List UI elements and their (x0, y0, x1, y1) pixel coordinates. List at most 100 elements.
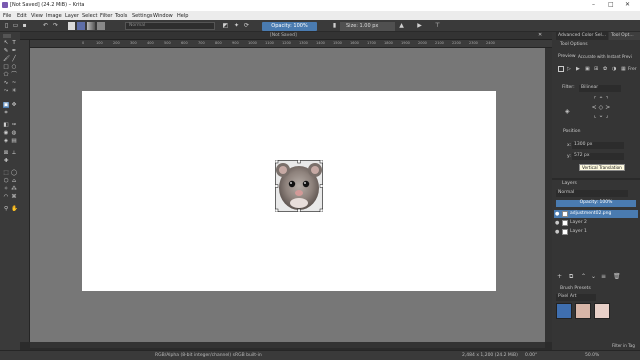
polygon-select-icon[interactable]: ⬡ (3, 178, 9, 184)
move-down-icon[interactable]: ⌄ (591, 273, 596, 280)
transform-handle-r[interactable] (319, 184, 323, 188)
menu-edit[interactable]: Edit (17, 13, 27, 19)
measure-tool-icon[interactable]: ⟂ (11, 150, 17, 156)
transform-selection[interactable] (275, 160, 323, 212)
menu-filter[interactable]: Filter (100, 13, 112, 19)
transform-mode-free-icon[interactable] (558, 66, 564, 72)
preview-mode-select[interactable]: Accurate with Instant Previ (578, 54, 632, 59)
layers-opacity-slider[interactable]: Opacity: 100% (556, 200, 636, 207)
gradient-icon[interactable] (87, 22, 95, 30)
gradient-tool-icon[interactable]: ◧ (3, 122, 9, 128)
add-layer-icon[interactable]: + (557, 273, 562, 280)
transform-mode-cage-icon[interactable]: ▣ (585, 66, 590, 72)
transform-handle-bl[interactable] (275, 208, 279, 212)
rect-select-icon[interactable]: ⬚ (3, 170, 9, 176)
brush-preset-2[interactable] (575, 303, 591, 319)
menu-window[interactable]: Window (153, 13, 173, 19)
transform-handle-t[interactable] (297, 160, 301, 164)
ellipse-tool-icon[interactable]: ○ (11, 64, 17, 70)
move-tool-icon[interactable]: ✥ (11, 102, 17, 108)
reference-tool-icon[interactable]: ✚ (3, 158, 9, 164)
crop-tool-icon[interactable]: ⌗ (3, 110, 9, 116)
wrap-icon[interactable]: ⊤ (434, 22, 441, 29)
assistant-tool-icon[interactable]: ⊠ (3, 150, 9, 156)
zoom-level[interactable]: 50.0% (585, 353, 599, 358)
open-icon[interactable]: ▭ (12, 22, 19, 29)
layer-row[interactable]: ● adjustment02.png (554, 210, 638, 218)
undo-icon[interactable]: ↶ (42, 22, 49, 29)
brush-icon[interactable] (97, 22, 105, 30)
duplicate-layer-icon[interactable]: ⧉ (569, 273, 573, 281)
brush-preset-1[interactable] (556, 303, 572, 319)
mirror-h-icon[interactable]: ▲ (398, 22, 405, 29)
size-slider[interactable]: Size: 1.00 px (340, 21, 395, 31)
redo-icon[interactable]: ↷ (52, 22, 59, 29)
layer-row[interactable]: ● Layer 2 (554, 219, 638, 227)
layers-blend-select[interactable]: Normal (556, 190, 628, 197)
document-close-icon[interactable]: ✕ (538, 32, 542, 38)
transform-mode-liquify-icon[interactable]: ⊞ (594, 66, 598, 72)
brush-preset-3[interactable] (594, 303, 610, 319)
transform-handle-l[interactable] (275, 184, 279, 188)
freehand-brush-icon[interactable]: 🖌 (3, 56, 10, 62)
transform-mode-perspective-icon[interactable]: ▷ (567, 66, 571, 72)
transform-tool-icon[interactable]: ▣ (3, 102, 9, 108)
rectangle-tool-icon[interactable]: □ (3, 64, 9, 70)
save-icon[interactable]: ▪ (21, 22, 28, 29)
layer-properties-icon[interactable]: ≡ (601, 273, 606, 280)
transform-mode-warp-icon[interactable]: ▶ (576, 66, 580, 72)
erase-icon[interactable]: ◩ (222, 22, 229, 29)
tab-advanced-color-selector[interactable]: Advanced Color Sel... (556, 32, 608, 40)
new-doc-icon[interactable]: ▯ (3, 22, 10, 29)
foreground-swatch[interactable] (68, 22, 75, 30)
filter-in-tag-checkbox[interactable]: Filter in Tag (612, 343, 635, 348)
contiguous-select-icon[interactable]: ✧ (3, 186, 9, 192)
menu-layer[interactable]: Layer (65, 13, 79, 19)
transform-mode-extra2-icon[interactable]: ▦ (621, 66, 626, 72)
minimize-button[interactable]: – (592, 1, 595, 8)
bezier-select-icon[interactable]: ◠ (3, 194, 9, 200)
horizontal-scrollbar[interactable] (30, 342, 545, 348)
freehand-path-icon[interactable]: ~ (11, 80, 17, 86)
document-tab[interactable]: [Not Saved] ✕ (20, 32, 552, 40)
magnetic-select-icon[interactable]: ⌘ (11, 194, 17, 200)
edit-shapes-icon[interactable]: ✎ (3, 48, 9, 54)
delete-layer-icon[interactable]: 🗑 (613, 273, 621, 280)
visibility-eye-icon[interactable]: ● (555, 219, 559, 227)
blend-mode-select[interactable]: Normal (125, 22, 215, 30)
fill-tool-icon[interactable]: ◈ (3, 138, 9, 144)
polyline-tool-icon[interactable]: ⌒ (11, 72, 17, 78)
x-position-input[interactable]: 1300 px (572, 142, 624, 149)
close-button[interactable]: ✕ (625, 1, 630, 8)
smart-patch-icon[interactable]: ◍ (11, 130, 17, 136)
transform-handle-tr[interactable] (319, 160, 323, 164)
color-picker-icon[interactable]: ✑ (11, 122, 17, 128)
menu-settings[interactable]: Settings (132, 13, 153, 19)
menu-file[interactable]: File (3, 13, 11, 19)
line-tool-icon[interactable]: ╱ (11, 56, 17, 62)
polygon-tool-icon[interactable]: ⬠ (3, 72, 9, 78)
multibrush-icon[interactable]: ✳ (11, 88, 17, 94)
anchor-grid[interactable]: ⌜⌃⌝ <◇> ⌞⌄⌟ (590, 96, 614, 120)
menu-view[interactable]: View (31, 13, 43, 19)
enclose-fill-icon[interactable]: ▤ (11, 138, 17, 144)
pan-tool-icon[interactable]: ✋ (11, 206, 18, 212)
text-tool-icon[interactable]: T (11, 40, 17, 46)
dynamic-brush-icon[interactable]: ⤳ (3, 88, 9, 94)
bezier-tool-icon[interactable]: ∿ (3, 80, 9, 86)
filter-select[interactable]: Bilinear (579, 85, 621, 92)
menu-select[interactable]: Select (82, 13, 97, 19)
transform-handle-tl[interactable] (275, 160, 279, 164)
menu-tools[interactable]: Tools (115, 13, 127, 19)
freehand-select-icon[interactable]: ⌓ (11, 178, 17, 184)
pattern-icon[interactable] (77, 22, 85, 30)
brush-preset-tag-select[interactable]: Pixel Art (556, 294, 596, 301)
reload-icon[interactable]: ⟳ (243, 22, 250, 29)
menu-image[interactable]: Image (46, 13, 62, 19)
mirror-v-icon[interactable]: ▶ (416, 22, 423, 29)
calligraphy-icon[interactable]: ✒ (11, 48, 17, 54)
zoom-tool-icon[interactable]: ⚲ (3, 206, 9, 212)
colorize-mask-icon[interactable]: ◉ (3, 130, 9, 136)
move-up-icon[interactable]: ⌃ (581, 273, 586, 280)
similar-select-icon[interactable]: ⁂ (11, 186, 17, 192)
